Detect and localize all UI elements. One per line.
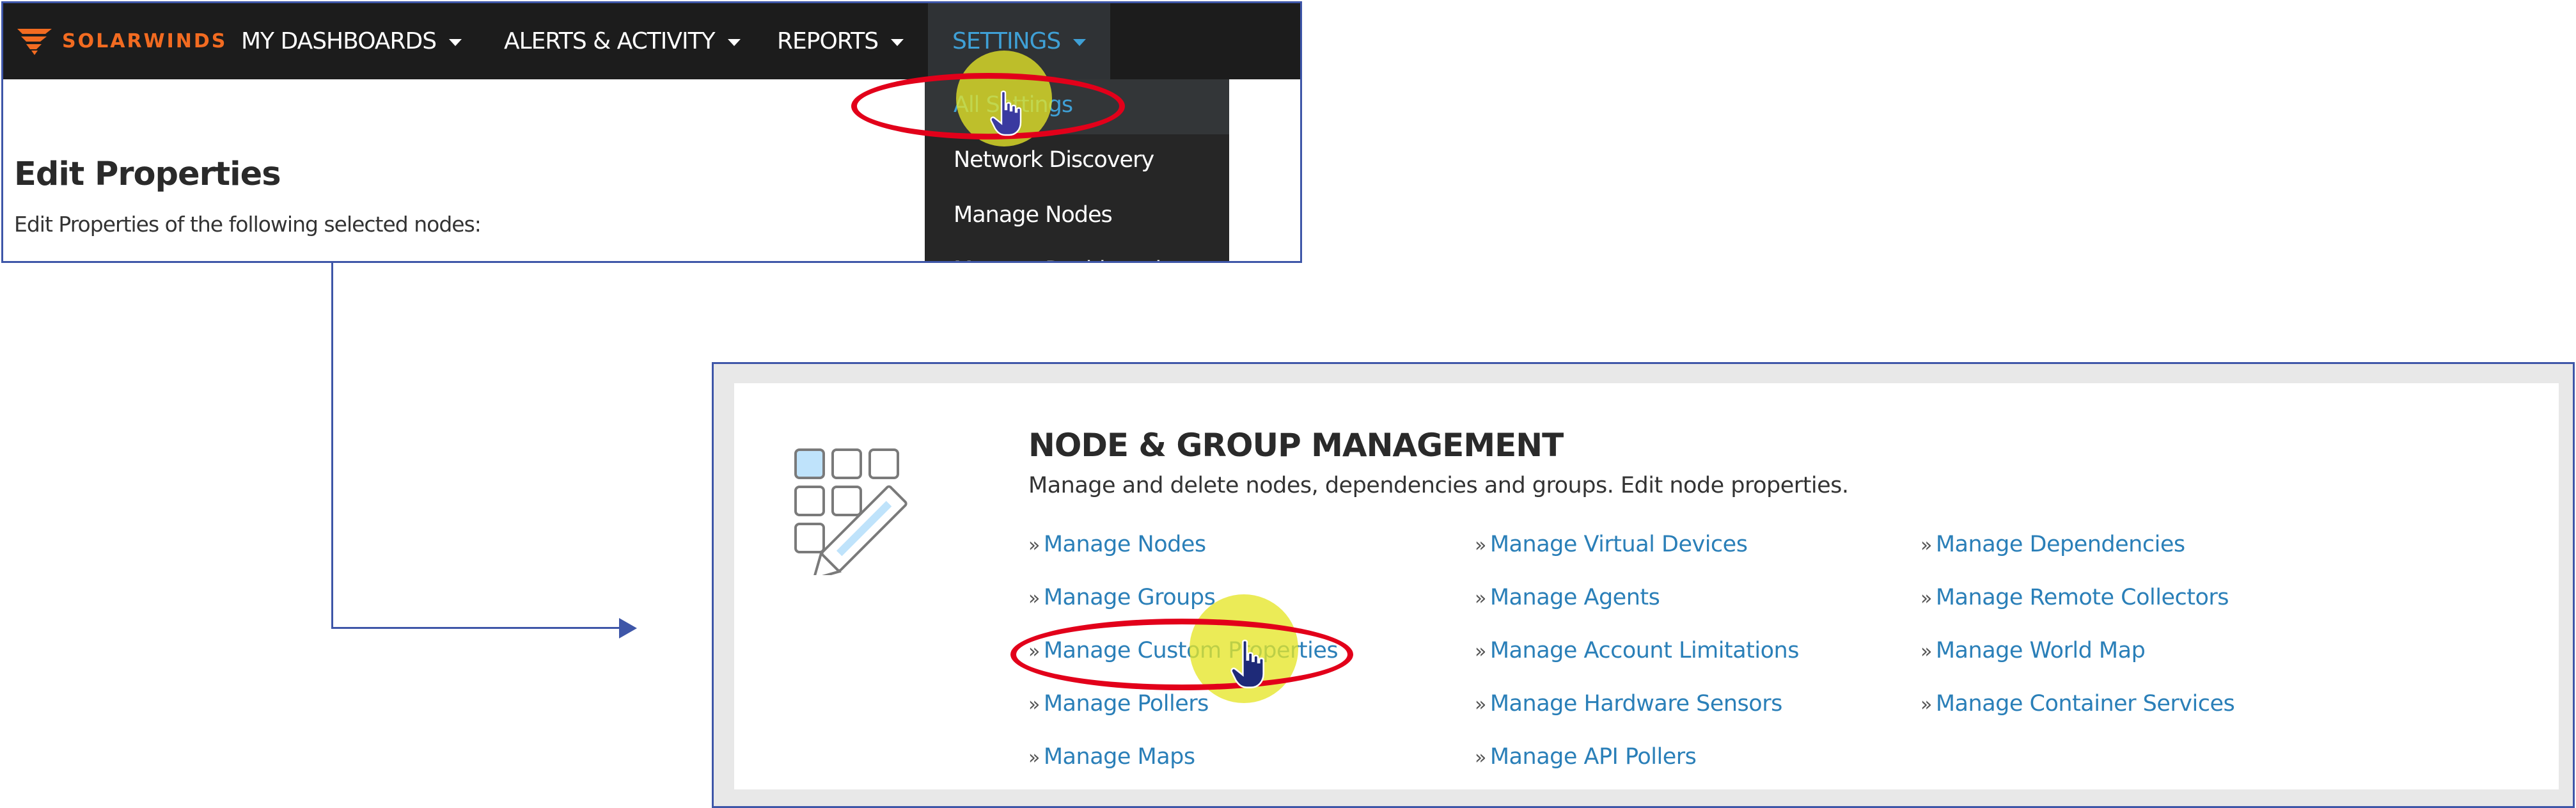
bullet-raquo: » — [1920, 534, 1932, 557]
link-label: Manage Remote Collectors — [1935, 585, 2229, 610]
bullet-raquo: » — [1475, 534, 1486, 557]
link-label: Manage Hardware Sensors — [1489, 691, 1782, 717]
nav-reports[interactable]: REPORTS — [777, 3, 904, 79]
dropdown-item-manage-dashboards[interactable]: Manage Dashboards — [954, 257, 1172, 261]
section-title: NODE & GROUP MANAGEMENT — [1028, 427, 1564, 464]
link-manage-hardware-sensors[interactable]: » Manage Hardware Sensors — [1475, 691, 1782, 717]
link-label: Manage Maps — [1043, 744, 1195, 770]
link-label: Manage Container Services — [1935, 691, 2235, 717]
solarwinds-logo[interactable]: SOLARWINDS — [16, 25, 227, 57]
caret-down-icon — [449, 39, 462, 46]
bullet-raquo: » — [1475, 640, 1486, 663]
caret-down-icon — [1073, 39, 1087, 46]
link-label: Manage Groups — [1043, 585, 1216, 610]
bullet-raquo: » — [1028, 693, 1040, 716]
link-manage-api-pollers[interactable]: » Manage API Pollers — [1475, 744, 1697, 770]
link-manage-remote-collectors[interactable]: » Manage Remote Collectors — [1920, 585, 2229, 610]
link-label: Manage World Map — [1935, 638, 2146, 663]
caret-down-icon — [891, 39, 904, 46]
logo-text: SOLARWINDS — [62, 29, 228, 52]
nav-my-dashboards[interactable]: MY DASHBOARDS — [241, 3, 462, 79]
hand-cursor-icon — [990, 90, 1022, 136]
bullet-raquo: » — [1028, 534, 1040, 557]
link-manage-groups[interactable]: » Manage Groups — [1028, 585, 1216, 610]
settings-menu-screenshot: SOLARWINDS MY DASHBOARDS ALERTS & ACTIVI… — [1, 1, 1302, 263]
hand-cursor-icon — [1230, 639, 1264, 688]
page-title: Edit Properties — [14, 155, 281, 193]
bullet-raquo: » — [1920, 640, 1932, 663]
link-manage-account-limitations[interactable]: » Manage Account Limitations — [1475, 638, 1799, 663]
link-manage-virtual-devices[interactable]: » Manage Virtual Devices — [1475, 532, 1748, 557]
link-label: Manage API Pollers — [1489, 744, 1697, 770]
top-navbar: SOLARWINDS MY DASHBOARDS ALERTS & ACTIVI… — [3, 3, 1300, 79]
nav-my-dashboards-label: MY DASHBOARDS — [241, 28, 437, 54]
bullet-raquo: » — [1475, 587, 1486, 610]
bullet-raquo: » — [1028, 747, 1040, 769]
link-label: Manage Pollers — [1043, 691, 1209, 717]
connector-line-horizontal — [331, 627, 624, 629]
dropdown-item-manage-nodes[interactable]: Manage Nodes — [954, 202, 1113, 228]
solarwinds-bird-icon — [17, 29, 52, 55]
bullet-raquo: » — [1920, 587, 1932, 610]
annotation-oval-all-settings — [851, 73, 1125, 139]
nav-alerts-activity-label: ALERTS & ACTIVITY — [504, 28, 716, 54]
nav-alerts-activity[interactable]: ALERTS & ACTIVITY — [504, 3, 741, 79]
link-manage-world-map[interactable]: » Manage World Map — [1920, 638, 2146, 663]
link-label: Manage Dependencies — [1935, 532, 2185, 557]
link-label: Manage Nodes — [1043, 532, 1206, 557]
annotation-oval-custom-properties — [1010, 619, 1353, 690]
bullet-raquo: » — [1475, 693, 1486, 716]
page-subtitle: Edit Properties of the following selecte… — [14, 212, 482, 237]
nav-reports-label: REPORTS — [777, 28, 879, 54]
link-manage-pollers[interactable]: » Manage Pollers — [1028, 691, 1209, 717]
connector-line-vertical — [331, 263, 333, 629]
bullet-raquo: » — [1028, 587, 1040, 610]
bullet-raquo: » — [1920, 693, 1932, 716]
node-grid-edit-icon — [794, 448, 907, 575]
link-manage-container-services[interactable]: » Manage Container Services — [1920, 691, 2235, 717]
link-manage-agents[interactable]: » Manage Agents — [1475, 585, 1660, 610]
link-label: Manage Account Limitations — [1489, 638, 1800, 663]
link-manage-maps[interactable]: » Manage Maps — [1028, 744, 1195, 770]
caret-down-icon — [727, 39, 741, 46]
section-description: Manage and delete nodes, dependencies an… — [1028, 473, 1849, 498]
node-group-management-screenshot: NODE & GROUP MANAGEMENT Manage and delet… — [712, 362, 2575, 808]
link-manage-dependencies[interactable]: » Manage Dependencies — [1920, 532, 2185, 557]
dropdown-item-network-discovery[interactable]: Network Discovery — [954, 147, 1154, 173]
node-group-management-card: NODE & GROUP MANAGEMENT Manage and delet… — [734, 383, 2559, 789]
link-label: Manage Virtual Devices — [1489, 532, 1748, 557]
bullet-raquo: » — [1475, 747, 1486, 769]
connector-arrow-icon — [619, 618, 637, 638]
link-label: Manage Agents — [1489, 585, 1660, 610]
link-manage-nodes[interactable]: » Manage Nodes — [1028, 532, 1206, 557]
